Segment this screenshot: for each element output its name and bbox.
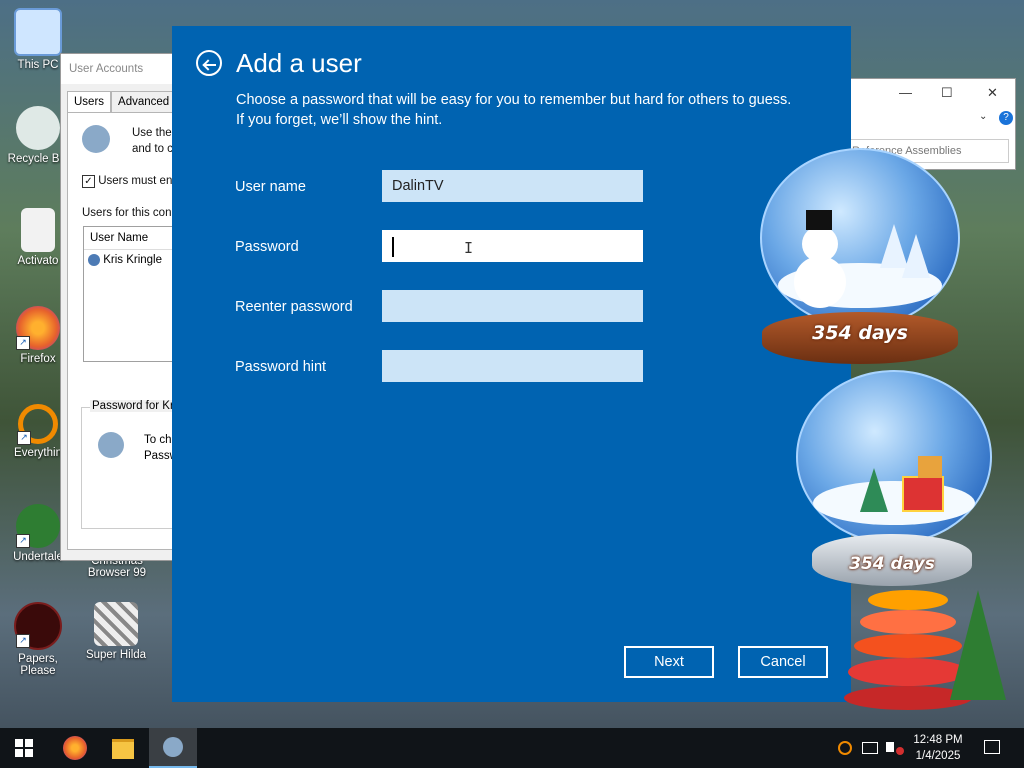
chevron-down-icon[interactable]: ⌄ bbox=[979, 111, 987, 122]
desktop-icon-label: Activato bbox=[17, 255, 59, 267]
user-accounts-window[interactable]: User Accounts Users Advanced Use the and… bbox=[60, 53, 180, 561]
back-arrow-icon[interactable] bbox=[196, 50, 222, 76]
checkbox-checked-icon: ✓ bbox=[82, 175, 95, 188]
undertale-icon: ↗ bbox=[16, 504, 60, 548]
papers-please-icon: ↗ bbox=[14, 602, 62, 650]
desktop-icon-label: This PC bbox=[17, 59, 59, 71]
network-icon[interactable] bbox=[862, 728, 878, 768]
dialog-title: Add a user bbox=[236, 48, 362, 78]
user-key-icon bbox=[98, 432, 124, 458]
tab-advanced[interactable]: Advanced bbox=[111, 91, 177, 113]
snow-globe-snowman[interactable] bbox=[760, 148, 960, 328]
minimize-icon[interactable]: — bbox=[899, 85, 912, 100]
desktop-icon-label: Papers, Please bbox=[18, 653, 58, 677]
computer-icon bbox=[14, 8, 62, 56]
taskbar-user-accounts[interactable] bbox=[149, 728, 197, 768]
ibeam-cursor-icon: I bbox=[464, 239, 474, 257]
christmas-tree-icon bbox=[844, 590, 1006, 710]
users-icon bbox=[82, 125, 110, 153]
gift-icon bbox=[902, 476, 944, 512]
password-input[interactable] bbox=[382, 230, 643, 262]
username-label: User name bbox=[235, 179, 306, 195]
countdown-label: 354 days bbox=[849, 554, 935, 574]
snow-ground bbox=[813, 480, 975, 525]
taskbar-firefox[interactable] bbox=[51, 728, 99, 768]
desktop-icon-label: Super Hilda bbox=[85, 649, 147, 661]
clock-date: 1/4/2025 bbox=[915, 750, 961, 762]
intro-text: and to c bbox=[132, 143, 173, 155]
folder-icon bbox=[112, 739, 134, 759]
clock[interactable]: 12:48 PM 1/4/2025 bbox=[900, 732, 976, 764]
reenter-password-input[interactable] bbox=[382, 290, 643, 322]
password-hint-input[interactable] bbox=[382, 350, 643, 382]
group-label: Password for Kr bbox=[90, 400, 176, 412]
users-must-enter-checkbox[interactable]: ✓ Users must en bbox=[82, 175, 172, 188]
user-accounts-icon bbox=[163, 737, 183, 757]
countdown-label: 354 days bbox=[812, 322, 908, 344]
snowman-body bbox=[794, 256, 846, 308]
start-button[interactable] bbox=[0, 728, 48, 768]
firefox-icon: ↗ bbox=[16, 306, 60, 350]
firefox-icon bbox=[63, 736, 87, 760]
desktop-icon-papers-please[interactable]: ↗ Papers, Please bbox=[0, 602, 76, 677]
snow-globe-presents[interactable] bbox=[796, 370, 992, 544]
top-hat-icon bbox=[806, 210, 832, 230]
windows-logo-icon bbox=[15, 739, 33, 757]
user-list[interactable]: User Name Kris Kringle bbox=[83, 226, 179, 362]
tab-users[interactable]: Users bbox=[67, 91, 112, 113]
dialog-description: Choose a password that will be easy for … bbox=[236, 92, 792, 128]
gift-icon bbox=[918, 456, 942, 478]
password-label: Password bbox=[235, 239, 299, 255]
user-icon bbox=[88, 254, 100, 266]
taskbar-file-explorer[interactable] bbox=[99, 728, 147, 768]
desktop-icon-super-hilda[interactable]: Super Hilda bbox=[78, 602, 154, 661]
cancel-button[interactable]: Cancel bbox=[738, 646, 828, 678]
super-hilda-icon bbox=[94, 602, 138, 646]
desktop-icon-label: Firefox bbox=[20, 353, 56, 365]
taskbar: 12:48 PM 1/4/2025 bbox=[0, 728, 1024, 768]
desktop-icon-label: Undertale bbox=[13, 551, 63, 563]
tab-strip: Users Advanced bbox=[67, 91, 177, 113]
column-header-user-name[interactable]: User Name bbox=[84, 227, 179, 250]
help-icon[interactable]: ? bbox=[999, 111, 1013, 125]
clock-time: 12:48 PM bbox=[913, 734, 963, 746]
intro-text: Use the bbox=[132, 127, 172, 139]
window-title: User Accounts bbox=[61, 54, 179, 84]
password-group: Password for Kr To ch Passw bbox=[81, 400, 179, 529]
text-caret bbox=[392, 237, 394, 257]
password-text: To ch bbox=[144, 434, 172, 446]
checkbox-label: Users must en bbox=[98, 175, 173, 187]
tree-icon bbox=[860, 468, 888, 512]
desktop-icon-label: Everythin bbox=[14, 447, 62, 459]
list-item-label: Kris Kringle bbox=[103, 254, 163, 267]
recycle-bin-icon bbox=[16, 106, 60, 150]
magnifier-icon: ↗ bbox=[17, 404, 58, 445]
close-icon[interactable]: ✕ bbox=[987, 85, 998, 101]
username-input[interactable] bbox=[382, 170, 643, 202]
users-for-label: Users for this con bbox=[82, 207, 172, 219]
next-button[interactable]: Next bbox=[624, 646, 714, 678]
maximize-icon[interactable]: ☐ bbox=[941, 85, 953, 101]
tree-icon bbox=[902, 234, 930, 278]
file-icon bbox=[21, 208, 55, 252]
password-hint-label: Password hint bbox=[235, 359, 327, 375]
list-item[interactable]: Kris Kringle bbox=[84, 250, 179, 270]
reenter-password-label: Reenter password bbox=[235, 299, 353, 315]
notification-icon[interactable] bbox=[984, 728, 1002, 768]
add-user-dialog: Add a user Choose a password that will b… bbox=[172, 26, 851, 702]
